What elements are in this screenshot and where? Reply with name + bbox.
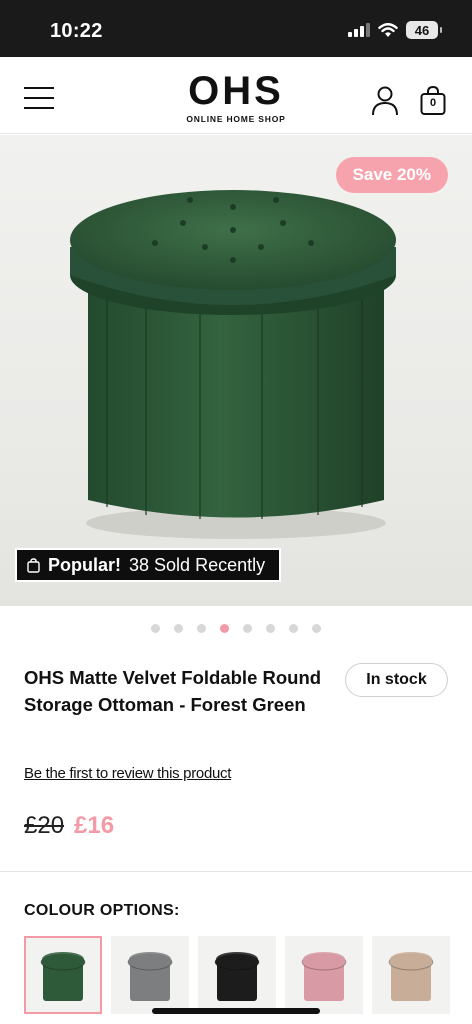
carousel-dot[interactable]	[243, 624, 252, 633]
signal-icon	[348, 23, 370, 37]
user-icon	[372, 86, 398, 116]
wifi-icon	[378, 22, 398, 37]
colour-swatch[interactable]	[198, 936, 276, 1014]
carousel-dot[interactable]	[220, 624, 229, 633]
popular-badge: Popular! 38 Sold Recently	[15, 548, 282, 582]
carousel-dot[interactable]	[289, 624, 298, 633]
bag-icon	[27, 557, 40, 573]
product-image-carousel[interactable]: Save 20% Popular! 38 Sold Recently	[0, 135, 472, 606]
logo-text: OHS	[188, 69, 284, 113]
account-button[interactable]	[371, 86, 399, 116]
carousel-dot[interactable]	[266, 624, 275, 633]
colour-options-label: COLOUR OPTIONS:	[24, 902, 180, 919]
ottoman-thumbnail	[214, 952, 260, 1001]
popular-detail: 38 Sold Recently	[129, 554, 266, 575]
sale-price: £16	[74, 812, 115, 839]
review-link[interactable]: Be the first to review this product	[24, 765, 231, 782]
colour-swatch[interactable]	[285, 936, 363, 1014]
save-badge: Save 20%	[335, 157, 448, 193]
status-time: 10:22	[50, 20, 103, 42]
carousel-dot[interactable]	[312, 624, 321, 633]
colour-swatch[interactable]	[111, 936, 189, 1014]
carousel-dots	[0, 624, 472, 633]
status-icons: 46	[348, 21, 442, 39]
cart-button[interactable]: 0	[420, 85, 446, 116]
ottoman-thumbnail	[40, 952, 86, 1001]
original-price: £20	[24, 812, 65, 839]
battery-level: 46	[414, 22, 430, 38]
product-image	[70, 190, 396, 539]
popular-label: Popular!	[48, 554, 122, 575]
site-header: OHS ONLINE HOME SHOP 0	[0, 57, 472, 134]
logo-subtitle: ONLINE HOME SHOP	[186, 114, 286, 124]
carousel-dot[interactable]	[197, 624, 206, 633]
carousel-dot[interactable]	[151, 624, 160, 633]
ottoman-thumbnail	[127, 952, 173, 1001]
carousel-dot[interactable]	[174, 624, 183, 633]
site-logo[interactable]: OHS ONLINE HOME SHOP	[0, 71, 472, 124]
home-indicator	[152, 1008, 320, 1014]
cart-count: 0	[429, 97, 437, 109]
status-bar: 10:22 46	[0, 0, 472, 57]
divider	[0, 871, 472, 872]
stock-status-badge: In stock	[345, 663, 448, 697]
colour-swatch-list	[24, 936, 450, 1014]
ottoman-thumbnail	[301, 952, 347, 1001]
price-row: £20 £16	[24, 812, 114, 840]
battery-icon: 46	[406, 21, 442, 39]
product-title: OHS Matte Velvet Foldable Round Storage …	[24, 667, 322, 715]
colour-swatch[interactable]	[24, 936, 102, 1014]
colour-swatch[interactable]	[372, 936, 450, 1014]
ottoman-thumbnail	[388, 952, 434, 1001]
